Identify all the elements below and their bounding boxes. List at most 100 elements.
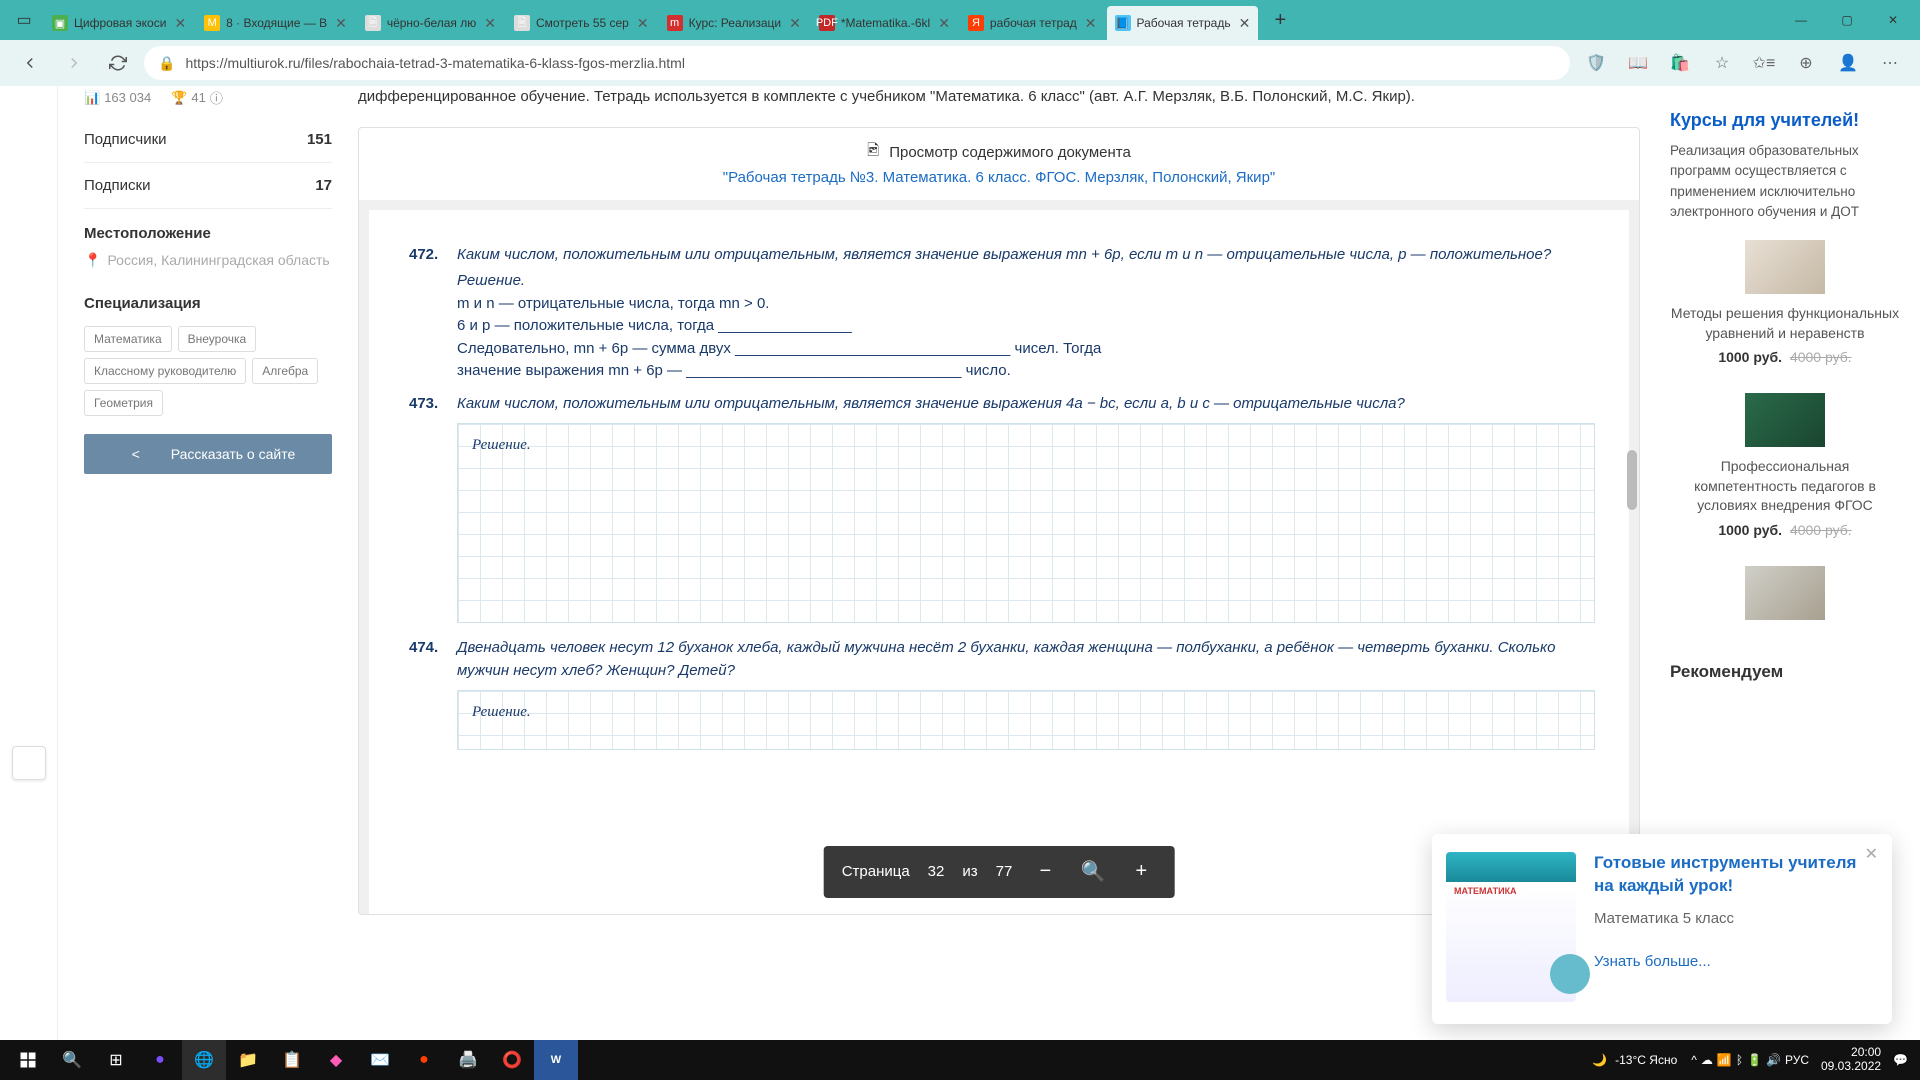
maximize-button[interactable]: ▢	[1824, 0, 1870, 40]
specialization-tag[interactable]: Классному руководителю	[84, 358, 246, 384]
tab-close-button[interactable]: ✕	[938, 15, 950, 32]
task-body: Каким числом, положительным или отрицате…	[457, 393, 1595, 624]
weather-widget[interactable]: 🌙 -13°C Ясно	[1592, 1053, 1677, 1067]
tray-volume-icon[interactable]: 🔊	[1766, 1053, 1781, 1067]
taskbar-app-yandex[interactable]: ●	[402, 1040, 446, 1080]
tab-favicon: m	[667, 15, 683, 31]
windows-taskbar: 🔍 ⊞ ● 🌐 📁 📋 ◆ ✉️ ● 🖨️ ⭕ W 🌙 -13°C Ясно ^…	[0, 1040, 1920, 1080]
pdf-page: 472. Каким числом, положительным или отр…	[369, 210, 1629, 914]
awards-stat: 🏆 41 ⓘ	[171, 88, 223, 107]
scroll-to-top-button[interactable]	[12, 746, 46, 780]
taskbar-app-edge[interactable]: 🌐	[182, 1040, 226, 1080]
collections-icon[interactable]: ⊕	[1788, 45, 1824, 81]
profile-icon[interactable]: 👤	[1830, 45, 1866, 81]
subscribers-row[interactable]: Подписчики151	[84, 117, 332, 163]
task-body: Каким числом, положительным или отрицате…	[457, 244, 1595, 383]
menu-icon[interactable]: ⋯	[1872, 45, 1908, 81]
shopping-icon[interactable]: 🛍️	[1662, 45, 1698, 81]
url-input[interactable]: 🔒 https://multiurok.ru/files/rabochaia-t…	[144, 46, 1570, 80]
browser-tab[interactable]: Ярабочая тетрад✕	[960, 6, 1105, 40]
tray-language[interactable]: РУС	[1785, 1053, 1809, 1067]
reading-icon[interactable]: 📖	[1620, 45, 1656, 81]
specialization-tag[interactable]: Геометрия	[84, 390, 163, 416]
task-number: 472.	[409, 244, 457, 383]
tray-wifi-icon[interactable]: 📶	[1717, 1053, 1732, 1067]
browser-tab[interactable]: 🗎Смотреть 55 сер✕	[506, 6, 657, 40]
browser-tab[interactable]: ▣ Цифровая экоси ✕	[44, 6, 194, 40]
tray-battery-icon[interactable]: 🔋	[1747, 1053, 1762, 1067]
new-tab-button[interactable]: +	[1260, 0, 1300, 40]
forward-button[interactable]	[56, 45, 92, 81]
pdf-scrollbar[interactable]	[1627, 210, 1639, 914]
taskbar-app[interactable]: ●	[138, 1040, 182, 1080]
specialization-tag[interactable]: Алгебра	[252, 358, 318, 384]
refresh-button[interactable]	[100, 45, 136, 81]
tab-close-button[interactable]: ✕	[1085, 15, 1097, 32]
following-row[interactable]: Подписки17	[84, 163, 332, 209]
tab-favicon: ▣	[52, 15, 68, 31]
tab-title: *Matematika.-6kl	[841, 16, 930, 30]
tab-close-button[interactable]: ✕	[335, 15, 347, 32]
popup-link[interactable]: Узнать больше...	[1594, 953, 1874, 970]
browser-tab[interactable]: 🗎чёрно-белая лю✕	[357, 6, 504, 40]
profile-sidebar: 📊 163 034 🏆 41 ⓘ Подписчики151 Подписки1…	[78, 86, 338, 1040]
favorites-list-icon[interactable]: ✩≡	[1746, 45, 1782, 81]
tray-onedrive-icon[interactable]: ☁	[1701, 1053, 1713, 1067]
tab-title: Курс: Реализаци	[689, 16, 781, 30]
promo-popup: ✕ МАТЕМАТИКА Готовые инструменты учителя…	[1432, 834, 1892, 1024]
browser-tab[interactable]: m Курс: Реализаци ✕	[659, 6, 809, 40]
tab-close-button[interactable]: ✕	[1239, 15, 1251, 32]
tray-clock[interactable]: 20:00 09.03.2022	[1813, 1046, 1889, 1074]
profile-stats: 📊 163 034 🏆 41 ⓘ	[84, 86, 332, 117]
start-button[interactable]	[6, 1040, 50, 1080]
search-button[interactable]: 🔍	[50, 1040, 94, 1080]
popup-close-button[interactable]: ✕	[1865, 844, 1878, 864]
taskbar-app-browser[interactable]: ⭕	[490, 1040, 534, 1080]
share-button[interactable]: < Рассказать о сайте	[84, 434, 332, 474]
pdf-page-controls: Страница 32 из 77 − 🔍 +	[824, 846, 1175, 898]
course-card[interactable]: Методы решения функциональных уравнений …	[1670, 240, 1900, 365]
course-image	[1745, 393, 1825, 447]
task-view-button[interactable]: ⊞	[94, 1040, 138, 1080]
zoom-out-button[interactable]: −	[1030, 860, 1060, 883]
window-titlebar: ▭ ▣Цифровая экоси✕M8 · Входящие — В✕🗎чёр…	[0, 0, 1920, 40]
tab-close-button[interactable]: ✕	[174, 15, 186, 32]
taskbar-app-mail[interactable]: ✉️	[358, 1040, 402, 1080]
tab-close-button[interactable]: ✕	[484, 15, 496, 32]
zoom-in-button[interactable]: +	[1126, 860, 1156, 883]
tab-close-button[interactable]: ✕	[789, 15, 801, 32]
favorite-icon[interactable]: ☆	[1704, 45, 1740, 81]
specialization-tag[interactable]: Математика	[84, 326, 172, 352]
tab-close-button[interactable]: ✕	[637, 15, 649, 32]
pin-icon: 📍	[84, 252, 101, 269]
tab-title: Цифровая экоси	[74, 16, 166, 30]
taskbar-app-word[interactable]: W	[534, 1040, 578, 1080]
taskbar-app[interactable]: ◆	[314, 1040, 358, 1080]
tab-actions-button[interactable]: ▭	[4, 0, 44, 40]
lock-icon: 🔒	[158, 55, 175, 72]
taskbar-app-printer[interactable]: 🖨️	[446, 1040, 490, 1080]
moon-icon: 🌙	[1592, 1053, 1607, 1067]
browser-tab[interactable]: PDF*Matematika.-6kl✕	[811, 6, 958, 40]
tray-bluetooth-icon[interactable]: ᛒ	[1736, 1053, 1743, 1067]
specialization-tag[interactable]: Внеурочка	[178, 326, 257, 352]
tray-chevron-icon[interactable]: ^	[1691, 1053, 1697, 1067]
tray-notifications-icon[interactable]: 💬	[1893, 1053, 1908, 1067]
zoom-reset-button[interactable]: 🔍	[1078, 859, 1108, 884]
taskbar-app-explorer[interactable]: 📁	[226, 1040, 270, 1080]
taskbar-app[interactable]: 📋	[270, 1040, 314, 1080]
tab-favicon: 🗎	[365, 15, 381, 31]
browser-tab[interactable]: 📘Рабочая тетрадь✕	[1107, 6, 1259, 40]
course-card[interactable]	[1670, 566, 1900, 620]
tracking-icon[interactable]: 🛡️	[1578, 45, 1614, 81]
document-header: 🖻Просмотр содержимого документа "Рабочая…	[359, 128, 1639, 200]
back-button[interactable]	[12, 45, 48, 81]
browser-tab[interactable]: M8 · Входящие — В✕	[196, 6, 355, 40]
course-image	[1745, 240, 1825, 294]
address-bar: 🔒 https://multiurok.ru/files/rabochaia-t…	[0, 40, 1920, 86]
pdf-area[interactable]: 472. Каким числом, положительным или отр…	[359, 200, 1639, 914]
location-heading: Местоположение	[84, 209, 332, 252]
close-window-button[interactable]: ✕	[1870, 0, 1916, 40]
course-card[interactable]: Профессиональная компетентность педагого…	[1670, 393, 1900, 538]
minimize-button[interactable]: —	[1778, 0, 1824, 40]
